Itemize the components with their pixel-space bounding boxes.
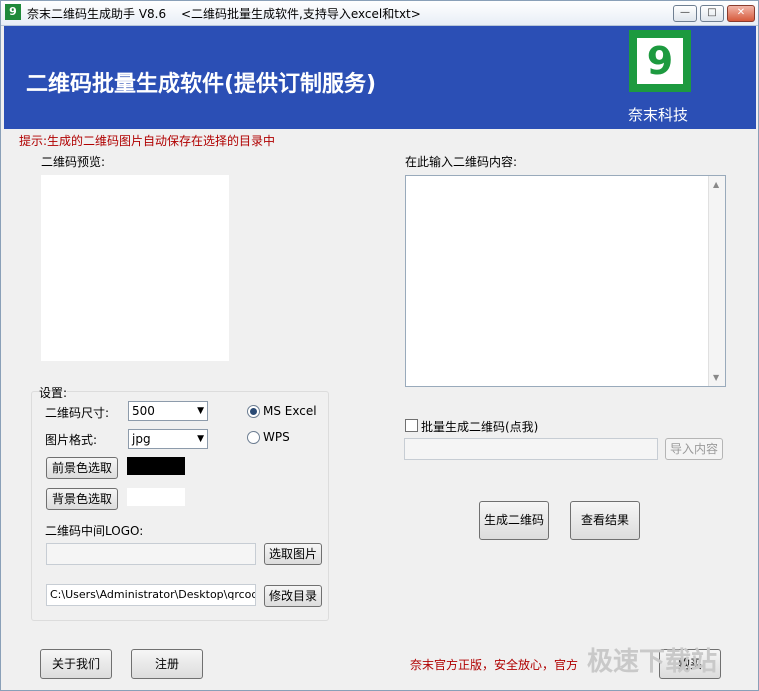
about-us-button[interactable]: 关于我们: [40, 649, 112, 679]
app-window: 9 奈末二维码生成助手 V8.6 <二维码批量生成软件,支持导入excel和tx…: [0, 0, 759, 691]
foreground-color-swatch: [127, 457, 185, 475]
textarea-scrollbar[interactable]: ▲ ▼: [708, 176, 725, 386]
close-button[interactable]: ✕: [727, 5, 755, 22]
banner-title: 二维码批量生成软件(提供订制服务): [26, 72, 377, 97]
preview-label: 二维码预览:: [41, 155, 106, 169]
maximize-button[interactable]: □: [700, 5, 724, 22]
content-label: 在此输入二维码内容:: [405, 155, 518, 169]
scroll-up-icon[interactable]: ▲: [713, 180, 719, 189]
select-image-button[interactable]: 选取图片: [264, 543, 322, 565]
size-select-value: 500: [132, 404, 155, 418]
chevron-down-icon: ▼: [197, 406, 204, 416]
format-select[interactable]: jpg ▼: [128, 429, 208, 449]
batch-generate-label[interactable]: 批量生成二维码(点我): [421, 418, 538, 435]
app-icon: 9: [5, 4, 21, 20]
logo-glyph: 9: [637, 38, 683, 84]
radio-wps[interactable]: [247, 431, 260, 444]
radio-excel[interactable]: [247, 405, 260, 418]
import-content-button[interactable]: 导入内容: [665, 438, 723, 460]
footer-notice: 奈末官方正版，安全放心，官方: [410, 658, 579, 672]
foreground-color-button[interactable]: 前景色选取: [46, 457, 118, 479]
qr-preview: [41, 175, 229, 361]
output-path-field[interactable]: C:\Users\Administrator\Desktop\qrcod: [46, 584, 256, 606]
view-result-button[interactable]: 查看结果: [570, 501, 640, 540]
register-button[interactable]: 注册: [131, 649, 203, 679]
title-bar: 9 奈末二维码生成助手 V8.6 <二维码批量生成软件,支持导入excel和tx…: [1, 1, 758, 26]
chevron-down-icon: ▼: [197, 434, 204, 444]
logo-label: 二维码中间LOGO:: [45, 524, 144, 538]
site-watermark: 极速下载站: [587, 647, 718, 677]
change-directory-button[interactable]: 修改目录: [264, 585, 322, 607]
batch-generate-checkbox[interactable]: [405, 419, 418, 432]
window-title: 奈末二维码生成助手 V8.6: [27, 7, 167, 21]
size-label: 二维码尺寸:: [45, 406, 110, 420]
radio-excel-label[interactable]: MS Excel: [263, 404, 317, 418]
company-logo: 9: [629, 30, 691, 92]
radio-wps-label[interactable]: WPS: [263, 430, 290, 444]
background-color-button[interactable]: 背景色选取: [46, 488, 118, 510]
format-select-value: jpg: [132, 432, 151, 446]
content-textarea[interactable]: ▲ ▼: [405, 175, 726, 387]
company-name: 奈末科技: [628, 106, 689, 124]
tip-text: 提示:生成的二维码图片自动保存在选择的目录中: [19, 134, 276, 148]
scroll-down-icon[interactable]: ▼: [713, 373, 719, 382]
window-subtitle: <二维码批量生成软件,支持导入excel和txt>: [181, 7, 421, 21]
minimize-button[interactable]: —: [673, 5, 697, 22]
background-color-swatch: [127, 488, 185, 506]
format-label: 图片格式:: [45, 433, 98, 447]
header-banner: 二维码批量生成软件(提供订制服务) 9 奈末科技: [4, 26, 756, 129]
logo-path-field[interactable]: [46, 543, 256, 565]
size-select[interactable]: 500 ▼: [128, 401, 208, 421]
import-path-field[interactable]: [404, 438, 658, 460]
generate-qr-button[interactable]: 生成二维码: [479, 501, 549, 540]
settings-legend: 设置:: [39, 384, 68, 401]
